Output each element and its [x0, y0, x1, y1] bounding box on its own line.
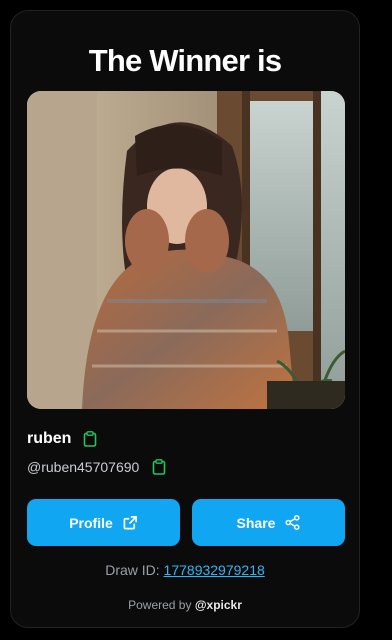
copy-name-icon[interactable] — [83, 431, 97, 447]
winner-card: The Winner is ruben @ruben45707690 Profi… — [10, 10, 360, 628]
winner-name: ruben — [27, 430, 72, 447]
copy-handle-icon[interactable] — [152, 459, 166, 475]
draw-id-row: Draw ID: 1778932979218 — [11, 562, 359, 578]
winner-photo-image — [27, 91, 345, 409]
powered-by-label: Powered by — [128, 598, 195, 612]
brand-name[interactable]: @xpickr — [195, 598, 242, 612]
share-button[interactable]: Share — [192, 499, 345, 546]
winner-name-row: ruben — [27, 430, 97, 448]
profile-button-label: Profile — [69, 514, 113, 531]
winner-handle-row: @ruben45707690 — [27, 459, 166, 475]
profile-button[interactable]: Profile — [27, 499, 180, 546]
powered-by-footer: Powered by @xpickr — [11, 598, 359, 612]
winner-photo — [27, 91, 345, 409]
draw-id-label: Draw ID: — [105, 562, 164, 578]
external-link-icon — [123, 515, 138, 530]
share-icon — [285, 515, 300, 530]
winner-handle: @ruben45707690 — [27, 459, 140, 475]
draw-id-link[interactable]: 1778932979218 — [164, 562, 265, 578]
page-title: The Winner is — [88, 43, 282, 78]
share-button-label: Share — [236, 514, 276, 531]
